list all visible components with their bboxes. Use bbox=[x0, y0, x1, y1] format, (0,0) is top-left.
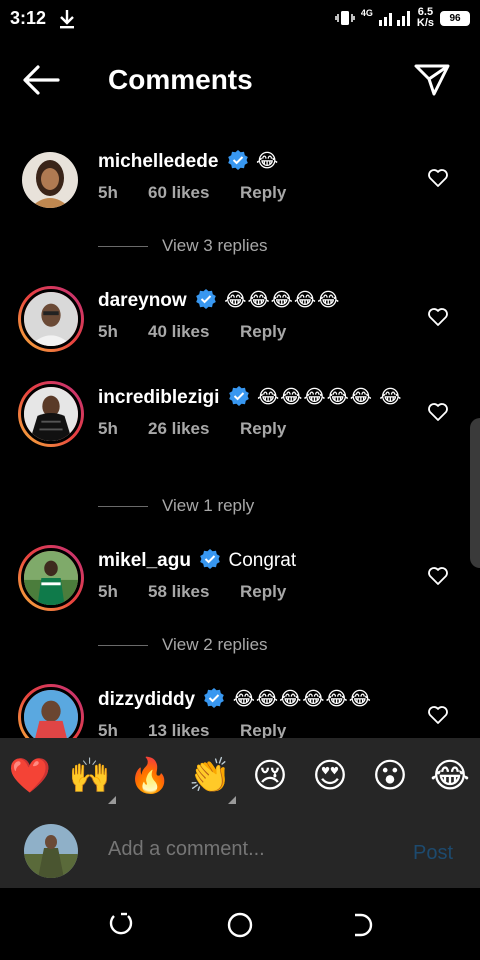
comment-likes[interactable]: 58 likes bbox=[148, 582, 240, 602]
emoji-raised-hands-button[interactable]: 🙌 bbox=[60, 756, 120, 804]
comment-text: Congrat bbox=[228, 550, 297, 571]
network-type: 4G bbox=[360, 8, 373, 18]
post-button[interactable]: Post bbox=[413, 842, 453, 865]
comment-username[interactable]: mikel_agu bbox=[98, 550, 191, 571]
reply-button[interactable]: Reply bbox=[240, 183, 286, 203]
avatar[interactable] bbox=[22, 152, 78, 208]
divider bbox=[98, 644, 148, 646]
avatar[interactable] bbox=[18, 381, 84, 447]
download-icon bbox=[60, 10, 74, 29]
signal-icon bbox=[378, 11, 410, 26]
heart-icon[interactable] bbox=[427, 705, 449, 725]
heart-icon[interactable] bbox=[427, 168, 449, 188]
comment-username[interactable]: dizzydiddy bbox=[98, 689, 195, 710]
emoji-clap-button[interactable]: 👏 bbox=[180, 756, 240, 804]
skin-tone-indicator bbox=[228, 796, 236, 804]
view-replies-button[interactable]: View 3 replies bbox=[98, 236, 268, 256]
emoji-heart-button[interactable]: ❤️ bbox=[0, 756, 60, 796]
verified-badge-icon bbox=[204, 688, 225, 708]
add-comment-bar: Post bbox=[0, 814, 480, 888]
comment-time: 5h bbox=[98, 322, 118, 341]
avatar[interactable] bbox=[18, 545, 84, 611]
comment-time: 5h bbox=[98, 183, 118, 202]
edge-panel-handle[interactable] bbox=[470, 418, 480, 568]
reply-button[interactable]: Reply bbox=[240, 419, 286, 439]
battery-indicator: 96 bbox=[440, 10, 470, 26]
emoji-heart-eyes-button[interactable]: 😍 bbox=[300, 756, 360, 796]
comment-input[interactable] bbox=[108, 838, 398, 861]
emoji-laughing-button[interactable]: 😂 bbox=[420, 756, 480, 796]
reply-button[interactable]: Reply bbox=[240, 582, 286, 602]
comment-likes[interactable]: 60 likes bbox=[148, 183, 240, 203]
comment-text: 😂😂😂😂😂 😂 bbox=[256, 387, 403, 408]
vibrate-icon bbox=[335, 11, 355, 25]
avatar[interactable] bbox=[18, 286, 84, 352]
comment-username[interactable]: michelledede bbox=[98, 151, 218, 172]
system-nav-bar bbox=[0, 888, 480, 960]
paper-plane-icon[interactable] bbox=[412, 60, 452, 100]
page-title: Comments bbox=[108, 64, 253, 95]
avatar bbox=[24, 824, 78, 878]
view-replies-button[interactable]: View 2 replies bbox=[98, 635, 268, 655]
comment-likes[interactable]: 40 likes bbox=[148, 322, 240, 342]
status-bar: 3:12 4G 6.5 K/s 96 bbox=[0, 0, 480, 36]
verified-badge-icon bbox=[227, 150, 248, 170]
skin-tone-indicator bbox=[108, 796, 116, 804]
verified-badge-icon bbox=[228, 386, 249, 406]
comment-username[interactable]: incrediblezigi bbox=[98, 387, 219, 408]
comment-time: 5h bbox=[98, 582, 118, 601]
comment-likes[interactable]: 26 likes bbox=[148, 419, 240, 439]
home-icon[interactable] bbox=[225, 910, 255, 940]
comments-header: Comments bbox=[0, 50, 480, 110]
emoji-crying-button[interactable]: 😢 bbox=[240, 756, 300, 796]
back-nav-icon[interactable] bbox=[345, 910, 375, 940]
heart-icon[interactable] bbox=[427, 402, 449, 422]
emoji-surprised-button[interactable]: 😮 bbox=[360, 756, 420, 796]
divider bbox=[98, 505, 148, 507]
heart-icon[interactable] bbox=[427, 566, 449, 586]
emoji-fire-button[interactable]: 🔥 bbox=[120, 756, 180, 796]
recents-icon[interactable] bbox=[106, 910, 136, 940]
emoji-quick-bar: ❤️ 🙌 🔥 👏 😢 😍 😮 😂 bbox=[0, 738, 480, 814]
reply-button[interactable]: Reply bbox=[240, 322, 286, 342]
verified-badge-icon bbox=[196, 289, 216, 309]
view-replies-button[interactable]: View 1 reply bbox=[98, 496, 254, 516]
comment-username[interactable]: dareynow bbox=[98, 290, 187, 311]
comment-text: 😂😂😂😂😂 bbox=[224, 290, 341, 311]
verified-badge-icon bbox=[200, 549, 221, 569]
heart-icon[interactable] bbox=[427, 307, 449, 327]
arrow-left-icon[interactable] bbox=[20, 62, 62, 98]
divider bbox=[98, 245, 148, 247]
status-time: 3:12 bbox=[10, 8, 47, 28]
network-speed: 6.5 K/s bbox=[416, 6, 434, 29]
comment-text: 😂😂😂😂😂😂 bbox=[232, 689, 372, 710]
comment-text: 😂 bbox=[255, 151, 280, 172]
comment-time: 5h bbox=[98, 419, 118, 438]
